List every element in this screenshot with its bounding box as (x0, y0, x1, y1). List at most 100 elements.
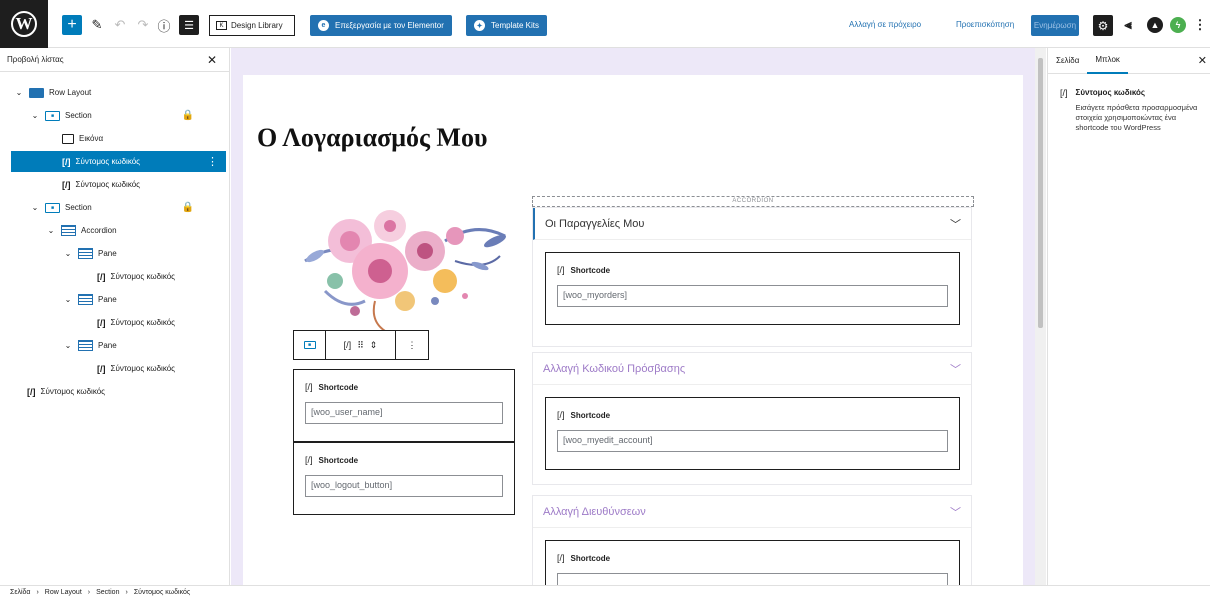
breadcrumb-item[interactable]: Section (96, 589, 119, 596)
section-icon: ■ (45, 202, 60, 213)
row-layout-icon (29, 87, 44, 98)
page-title[interactable]: Ο Λογαριασμός Μου (257, 123, 487, 153)
elementor-icon: e (318, 20, 329, 31)
tab-block[interactable]: Μπλοκ (1087, 48, 1128, 74)
redo-icon[interactable]: ↷ (136, 15, 150, 35)
design-library-button[interactable]: K Design Library (209, 15, 295, 36)
breadcrumb-item[interactable]: Σελίδα (10, 589, 30, 596)
chevron-down-icon[interactable]: ⌄ (46, 226, 56, 235)
list-view-button[interactable]: ☰ (179, 15, 199, 35)
shortcode-icon: [/] (97, 317, 106, 328)
shortcode-block[interactable]: [/] Shortcode [woo_logout_button] (293, 442, 515, 515)
edit-with-elementor-button[interactable]: e Επεξεργασία με τον Elementor (310, 15, 452, 36)
chevron-right-icon: › (36, 589, 39, 596)
lightning-icon[interactable]: ϟ (1170, 17, 1186, 33)
ai-assistant-icon[interactable]: ▲ (1147, 17, 1163, 33)
tree-item-pane[interactable]: ⌄ Pane (0, 335, 230, 356)
tree-item-shortcode[interactable]: [/] Σύντομος κωδικός (0, 266, 230, 287)
chevron-down-icon[interactable]: ⌄ (14, 88, 24, 97)
pane-header[interactable]: Αλλαγή Κωδικού Πρόσβασης ﹀ (533, 353, 971, 385)
list-view-header: Προβολή λίστας ✕ (0, 48, 229, 72)
chevron-down-icon[interactable]: ⌄ (63, 249, 73, 258)
tree-item-accordion[interactable]: ⌄ Accordion (0, 220, 230, 241)
breadcrumb: Σελίδα › Row Layout › Section › Σύντομος… (0, 585, 1210, 599)
shortcode-icon: [/] (305, 455, 313, 465)
more-options-icon[interactable]: ⋮ (207, 155, 218, 168)
editor-canvas[interactable]: Ο Λογαριασμός Μου ■ [/] ⠿ ⇕ ⋮ [/] Shortc… (231, 48, 1035, 585)
chevron-down-icon[interactable]: ﹀ (950, 216, 961, 232)
close-icon[interactable]: ✕ (207, 53, 217, 67)
parent-block-button[interactable]: ■ (294, 331, 326, 359)
kadence-icon[interactable]: ⫷ (1121, 15, 1135, 35)
shortcode-input[interactable]: [woo_user_name] (305, 402, 503, 424)
preview-link[interactable]: Προεπισκόπηση (956, 20, 1014, 29)
canvas-scrollbar[interactable] (1035, 48, 1046, 585)
tree-item-shortcode[interactable]: [/] Σύντομος κωδικός (0, 312, 230, 333)
info-icon[interactable]: ⓘ (157, 15, 171, 35)
flower-image[interactable] (295, 201, 511, 333)
tree-item-shortcode[interactable]: [/] Σύντομος κωδικός (0, 381, 230, 402)
shortcode-block[interactable]: [/] Shortcode [woo_myorders] (545, 252, 960, 325)
tree-item-shortcode-selected[interactable]: [/] Σύντομος κωδικός ⋮ (11, 151, 226, 172)
scrollbar-thumb[interactable] (1038, 58, 1043, 328)
accordion-block[interactable]: ACCORDION Οι Παραγγελίες Μου ﹀ [/] Shortc… (532, 196, 974, 585)
shortcode-block[interactable]: [/] Shortcode (545, 540, 960, 585)
wordpress-icon: W (11, 11, 37, 37)
breadcrumb-item[interactable]: Row Layout (45, 589, 82, 596)
chevron-down-icon[interactable]: ⌄ (30, 203, 40, 212)
shortcode-icon: [/] (27, 386, 36, 397)
pane-header[interactable]: Αλλαγή Διευθύνσεων ﹀ (533, 496, 971, 528)
tree-item-shortcode[interactable]: [/] Σύντομος κωδικός (0, 358, 230, 379)
list-view-panel: Προβολή λίστας ✕ ⌄ Row Layout ⌄ ■ Sectio… (0, 48, 230, 585)
block-type-switcher[interactable]: [/] ⠿ ⇕ (326, 331, 396, 359)
move-up-down-icon[interactable]: ⇕ (370, 340, 378, 351)
undo-icon[interactable]: ↶ (113, 15, 127, 35)
more-options-icon[interactable]: ⋮ (1194, 15, 1207, 35)
chevron-down-icon[interactable]: ﹀ (950, 504, 961, 520)
accordion-pane[interactable]: Αλλαγή Διευθύνσεων ﹀ [/] Shortcode (532, 495, 972, 585)
shortcode-input[interactable]: [woo_myedit_account] (557, 430, 948, 452)
accordion-pane[interactable]: Οι Παραγγελίες Μου ﹀ [/] Shortcode [woo_m… (532, 207, 972, 347)
shortcode-input[interactable] (557, 573, 948, 585)
drag-handle-icon[interactable]: ⠿ (357, 340, 364, 351)
chevron-down-icon[interactable]: ⌄ (30, 111, 40, 120)
tree-item-pane[interactable]: ⌄ Pane (0, 243, 230, 264)
image-icon (62, 133, 74, 144)
tree-item-pane[interactable]: ⌄ Pane (0, 289, 230, 310)
pane-header[interactable]: Οι Παραγγελίες Μου ﹀ (533, 208, 971, 240)
chevron-right-icon: › (87, 589, 91, 596)
tree-item-row-layout[interactable]: ⌄ Row Layout (0, 82, 230, 103)
shortcode-block[interactable]: [/] Shortcode [woo_myedit_account] (545, 397, 960, 470)
tree-item-image[interactable]: Εικόνα (0, 128, 230, 149)
tab-page[interactable]: Σελίδα (1048, 48, 1087, 74)
section-icon: ■ (303, 341, 316, 349)
add-block-button[interactable]: + (62, 15, 82, 35)
tree-item-shortcode[interactable]: [/] Σύντομος κωδικός (0, 174, 230, 195)
accordion-tag: ACCORDION (532, 196, 974, 207)
more-options-icon[interactable]: ⋮ (396, 331, 428, 359)
shortcode-block-selected[interactable]: [/] Shortcode [woo_user_name] (293, 369, 515, 442)
tree-item-section[interactable]: ⌄ ■ Section 🔒 (0, 197, 230, 218)
library-icon: K (216, 21, 227, 30)
pencil-icon[interactable]: ✎ (90, 15, 104, 35)
template-kits-icon: ✦ (474, 20, 485, 31)
shortcode-icon: [/] (343, 340, 352, 350)
close-icon[interactable]: ✕ (1198, 54, 1207, 67)
chevron-down-icon[interactable]: ⌄ (63, 341, 73, 350)
settings-gear-icon[interactable]: ⚙ (1093, 15, 1113, 36)
accordion-pane[interactable]: Αλλαγή Κωδικού Πρόσβασης ﹀ [/] Shortcode … (532, 352, 972, 485)
chevron-down-icon[interactable]: ⌄ (63, 295, 73, 304)
update-button[interactable]: Ενημέρωση (1031, 15, 1079, 36)
breadcrumb-item[interactable]: Σύντομος κωδικός (134, 589, 190, 596)
tree-item-section[interactable]: ⌄ ■ Section 🔒 (0, 105, 230, 126)
wordpress-logo-button[interactable]: W (0, 0, 48, 48)
section-icon: ■ (45, 110, 60, 121)
accordion-icon (61, 225, 76, 236)
template-kits-button[interactable]: ✦ Template Kits (466, 15, 548, 36)
switch-to-draft-link[interactable]: Αλλαγή σε πρόχειρο (849, 20, 921, 29)
chevron-down-icon[interactable]: ﹀ (950, 361, 961, 377)
shortcode-input[interactable]: [woo_myorders] (557, 285, 948, 307)
sidebar-tabs: Σελίδα Μπλοκ ✕ (1048, 48, 1210, 74)
shortcode-icon: [/] (97, 363, 106, 374)
shortcode-input[interactable]: [woo_logout_button] (305, 475, 503, 497)
